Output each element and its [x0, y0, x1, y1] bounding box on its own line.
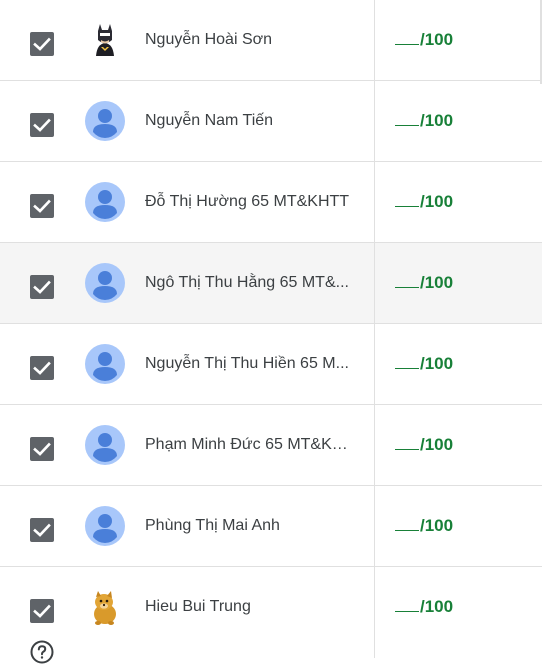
student-list: Nguyễn Hoài Sơn /100 Nguyễn Nam Tiến /10… — [0, 0, 542, 647]
grade-field[interactable]: /100 — [395, 81, 453, 161]
student-name[interactable]: Ngô Thị Thu Hằng 65 MT&... — [145, 243, 349, 323]
student-name[interactable]: Nguyễn Nam Tiến — [145, 81, 273, 161]
student-row: Hieu Bui Trung /100 — [0, 567, 542, 647]
grade-suffix: /100 — [420, 111, 454, 130]
grade-suffix: /100 — [420, 192, 454, 211]
student-name[interactable]: Nguyễn Hoài Sơn — [145, 0, 272, 80]
grade-suffix: /100 — [420, 516, 454, 535]
row-divider — [374, 486, 375, 566]
student-row: Phùng Thị Mai Anh /100 — [0, 486, 542, 567]
grade-field[interactable]: /100 — [395, 0, 453, 80]
check-icon — [33, 523, 51, 537]
select-checkbox[interactable] — [30, 518, 54, 542]
select-checkbox[interactable] — [30, 275, 54, 299]
student-row: Nguyễn Thị Thu Hiền 65 M... /100 — [0, 324, 542, 405]
student-name[interactable]: Phùng Thị Mai Anh — [145, 486, 280, 566]
select-checkbox[interactable] — [30, 194, 54, 218]
row-divider — [374, 162, 375, 242]
student-row: Nguyễn Nam Tiến /100 — [0, 81, 542, 162]
row-divider — [374, 405, 375, 485]
student-name[interactable]: Nguyễn Thị Thu Hiền 65 M... — [145, 324, 349, 404]
select-checkbox[interactable] — [30, 356, 54, 380]
dog-avatar — [85, 587, 125, 627]
batman-avatar — [85, 20, 125, 60]
student-name[interactable]: Đỗ Thị Hường 65 MT&KHTT — [145, 162, 349, 242]
row-divider — [374, 0, 375, 80]
check-icon — [33, 280, 51, 294]
grade-field[interactable]: /100 — [395, 162, 453, 242]
select-checkbox[interactable] — [30, 599, 54, 623]
help-circle-icon[interactable] — [30, 640, 54, 664]
grade-blank[interactable] — [395, 354, 419, 369]
default-person-avatar — [85, 263, 125, 303]
grade-blank[interactable] — [395, 30, 419, 45]
grade-blank[interactable] — [395, 273, 419, 288]
student-row: Ngô Thị Thu Hằng 65 MT&... /100 — [0, 243, 542, 324]
grade-blank[interactable] — [395, 435, 419, 450]
grade-field[interactable]: /100 — [395, 324, 453, 404]
row-divider — [374, 243, 375, 323]
row-divider — [374, 324, 375, 404]
grade-suffix: /100 — [420, 273, 454, 292]
check-icon — [33, 361, 51, 375]
check-icon — [33, 199, 51, 213]
student-row: Nguyễn Hoài Sơn /100 — [0, 0, 542, 84]
grade-field[interactable]: /100 — [395, 486, 453, 566]
select-checkbox[interactable] — [30, 437, 54, 461]
default-person-avatar — [85, 182, 125, 222]
grade-suffix: /100 — [420, 354, 454, 373]
grade-field[interactable]: /100 — [395, 243, 453, 323]
grade-blank[interactable] — [395, 516, 419, 531]
check-icon — [33, 604, 51, 618]
row-divider — [374, 567, 375, 647]
grade-field[interactable]: /100 — [395, 405, 453, 485]
student-row: Đỗ Thị Hường 65 MT&KHTT /100 — [0, 162, 542, 243]
student-row: Phạm Minh Đức 65 MT&KH... /100 — [0, 405, 542, 486]
check-icon — [33, 442, 51, 456]
default-person-avatar — [85, 425, 125, 465]
check-icon — [33, 118, 51, 132]
row-divider — [374, 81, 375, 161]
grade-suffix: /100 — [420, 435, 454, 454]
default-person-avatar — [85, 101, 125, 141]
select-checkbox[interactable] — [30, 32, 54, 56]
student-name[interactable]: Hieu Bui Trung — [145, 567, 251, 647]
select-checkbox[interactable] — [30, 113, 54, 137]
grade-suffix: /100 — [420, 30, 454, 49]
default-person-avatar — [85, 344, 125, 384]
grade-field[interactable]: /100 — [395, 567, 453, 647]
check-icon — [33, 37, 51, 51]
grade-blank[interactable] — [395, 111, 419, 126]
grade-blank[interactable] — [395, 192, 419, 207]
default-person-avatar — [85, 506, 125, 546]
grade-suffix: /100 — [420, 597, 454, 616]
student-name[interactable]: Phạm Minh Đức 65 MT&KH... — [145, 405, 355, 485]
grade-blank[interactable] — [395, 597, 419, 612]
